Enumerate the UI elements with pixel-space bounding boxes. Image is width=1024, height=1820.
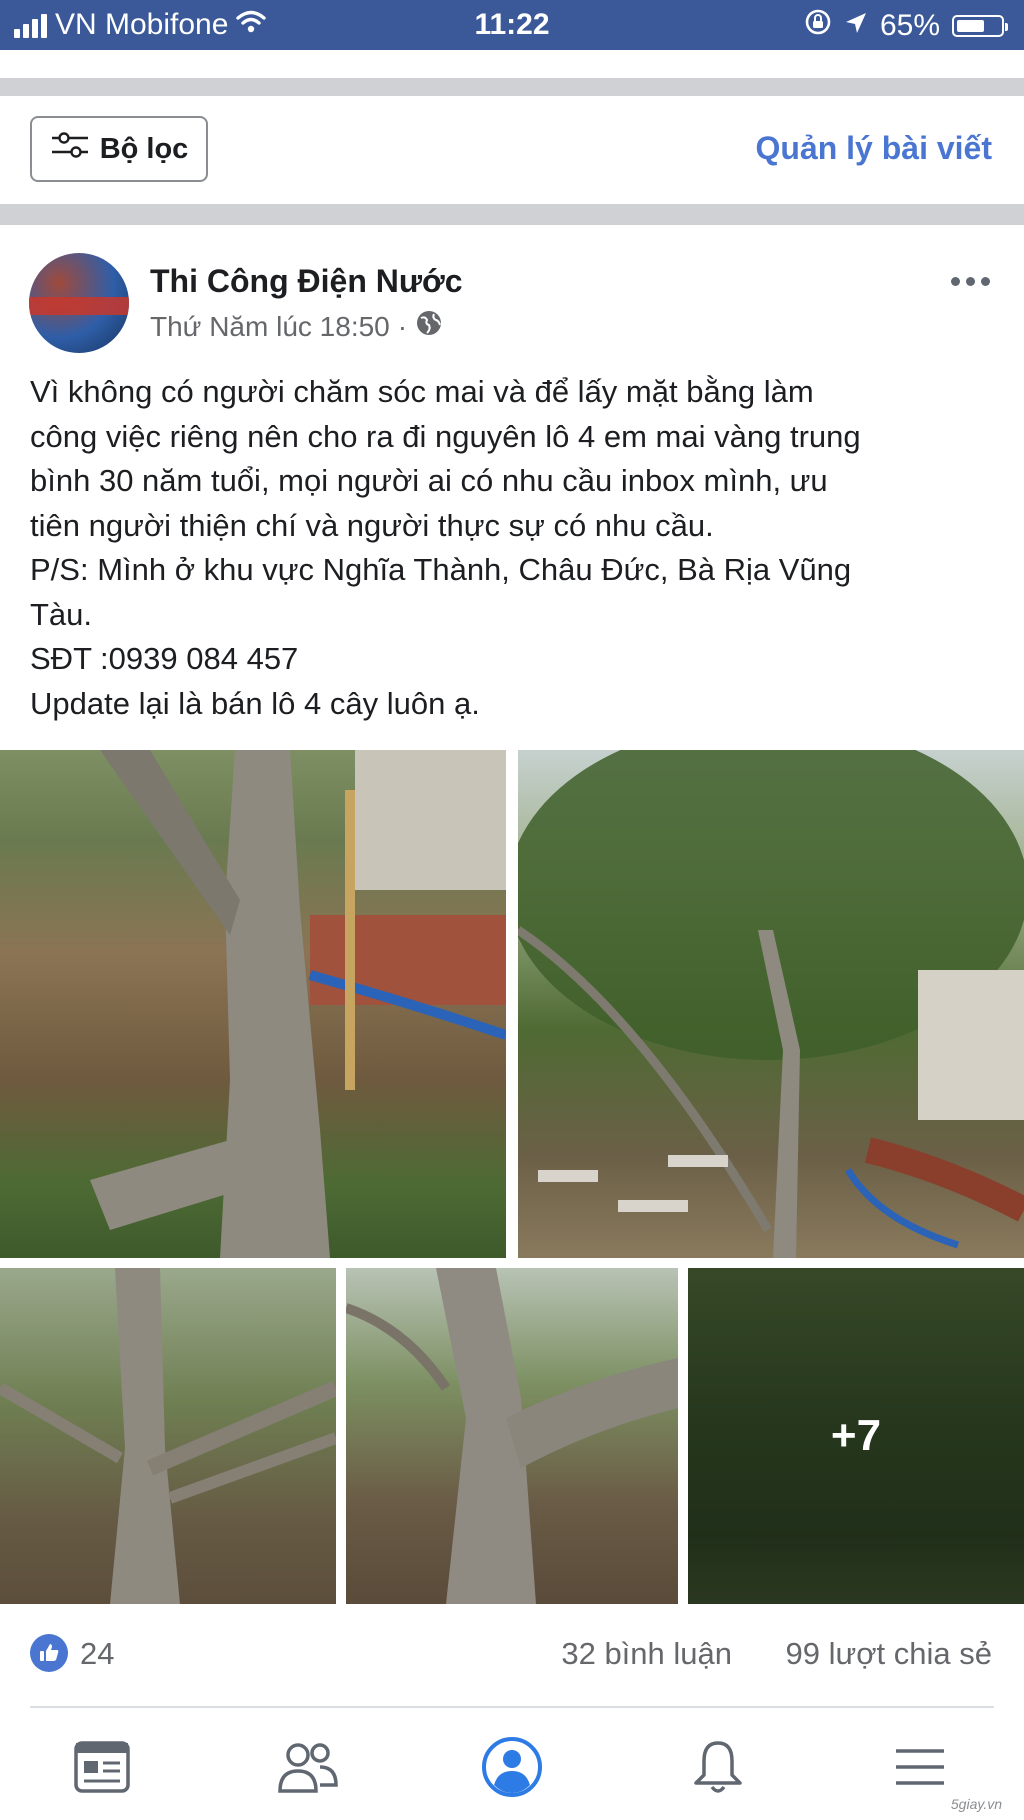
post-text-line: Update lại là bán lô 4 cây luôn ạ. — [30, 685, 480, 721]
post-text-line: Vì không có người chăm sóc mai và để lấy… — [30, 374, 814, 409]
photo-2[interactable] — [518, 750, 1024, 1258]
location-arrow-icon — [844, 9, 868, 43]
post-meta: Thứ Năm lúc 18:50 · — [150, 309, 443, 344]
photo-grid: +7 — [0, 750, 1024, 1604]
post-text-line: bình 30 năm tuổi, mọi người ai có nhu cầ… — [30, 463, 828, 498]
post-text-line: tiên người thiện chí và người thực sự có… — [30, 507, 714, 543]
share-count[interactable]: 99 lượt chia sẻ — [785, 1636, 992, 1672]
meta-separator: · — [397, 310, 408, 342]
section-separator — [0, 78, 1024, 96]
battery-icon — [952, 15, 1008, 37]
section-separator — [0, 204, 1024, 225]
news-feed-icon[interactable] — [62, 1732, 142, 1802]
post-body: Vì không có người chăm sóc mai và để lấy… — [30, 370, 1000, 726]
battery-percent: 65% — [879, 9, 940, 42]
post-text-line: P/S: Mình ở khu vực Nghĩa Thành, Châu Đứ… — [30, 552, 852, 587]
comment-count[interactable]: 32 bình luận — [561, 1636, 732, 1672]
sliders-icon — [50, 130, 90, 168]
rotation-lock-icon — [804, 8, 832, 44]
like-count[interactable]: 24 — [80, 1636, 114, 1672]
filter-button[interactable]: Bộ lọc — [30, 116, 208, 182]
manage-posts-link[interactable]: Quản lý bài viết — [755, 130, 992, 167]
friends-icon[interactable] — [268, 1732, 348, 1802]
filter-bar: Bộ lọc Quản lý bài viết — [0, 96, 1024, 204]
post-stats: 24 32 bình luận 99 lượt chia sẻ — [0, 1612, 1024, 1696]
status-bar: VN Mobifone 11:22 65% — [0, 0, 1024, 50]
photo-1[interactable] — [0, 750, 506, 1258]
photo-4[interactable] — [346, 1268, 678, 1604]
watermark: 5giay.vn — [950, 1796, 1002, 1812]
divider — [30, 1706, 994, 1708]
photo-3[interactable] — [0, 1268, 336, 1604]
notifications-bell-icon[interactable] — [678, 1732, 758, 1802]
status-right-group: 65% — [804, 8, 1008, 44]
post-header: Thi Công Điện Nước Thứ Năm lúc 18:50 · — [0, 225, 1024, 355]
post-author[interactable]: Thi Công Điện Nước — [150, 263, 463, 300]
filter-button-label: Bộ lọc — [99, 132, 189, 165]
post-text-line: SĐT :0939 084 457 — [30, 641, 299, 676]
post-text-line: công việc riêng nên cho ra đi nguyên lô … — [30, 418, 861, 454]
post-timestamp[interactable]: Thứ Năm lúc 18:50 — [150, 311, 390, 343]
like-icon — [30, 1634, 68, 1672]
more-photos-overlay[interactable]: +7 — [688, 1268, 1024, 1604]
profile-icon[interactable] — [472, 1732, 552, 1802]
more-dots-icon[interactable] — [951, 277, 990, 286]
post-text-line: Tàu. — [30, 596, 93, 632]
avatar[interactable] — [29, 253, 129, 353]
photo-5[interactable]: +7 — [688, 1268, 1024, 1604]
globe-icon — [415, 309, 443, 344]
menu-icon[interactable] — [880, 1732, 960, 1802]
bottom-tab-bar: 5giay.vn — [0, 1718, 1024, 1820]
